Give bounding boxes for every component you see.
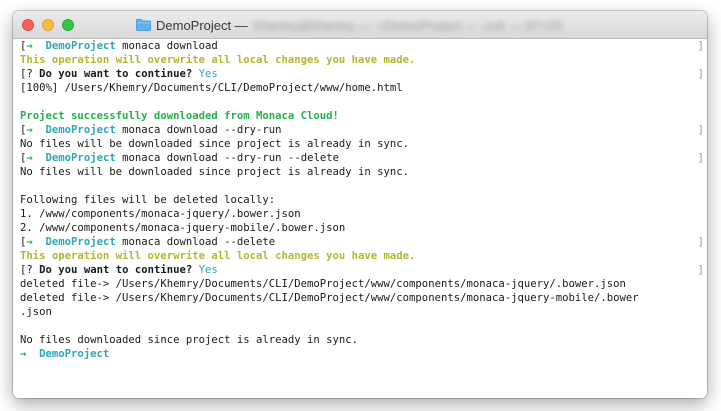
terminal-line: No files downloaded since project is alr…: [13, 333, 707, 347]
bracket-right: ]: [697, 236, 704, 248]
progress-text: [100%] /Users/Khemry/Documents/CLI/DemoP…: [20, 82, 403, 94]
prompt-directory: DemoProject: [45, 40, 116, 52]
terminal-line: deleted file-> /Users/Khemry/Documents/C…: [13, 291, 707, 305]
prompt-arrow-icon: →: [26, 40, 33, 52]
terminal-line-empty: [13, 319, 707, 333]
prompt-arrow-icon: →: [26, 152, 33, 164]
prompt-arrow-icon: →: [26, 124, 33, 136]
prompt-directory: DemoProject: [45, 236, 116, 248]
terminal-line: [? Do you want to continue? Yes]: [13, 263, 707, 277]
terminal-line: Following files will be deleted locally:: [13, 193, 707, 207]
terminal-line-empty: [13, 179, 707, 193]
bracket-right: ]: [697, 40, 704, 52]
terminal-line: [→ DemoProject monaca download --dry-run…: [13, 123, 707, 137]
bracket-right: ]: [697, 68, 704, 80]
success-text: Project successfully downloaded from Mon…: [20, 110, 339, 122]
warning-text: This operation will overwrite all local …: [20, 250, 416, 262]
file-list-item: 2. /www/components/monaca-jquery-mobile/…: [20, 222, 346, 234]
terminal-line: [→ DemoProject monaca download --delete]: [13, 235, 707, 249]
window-title: DemoProject — Khemry@khemry — ~/DemoProj…: [136, 16, 562, 34]
question-text: Do you want to continue?: [39, 68, 193, 80]
terminal-line: → DemoProject: [13, 347, 707, 361]
bracket-right: ]: [697, 124, 704, 136]
terminal-line: deleted file-> /Users/Khemry/Documents/C…: [13, 277, 707, 291]
command-text: monaca download --dry-run --delete: [122, 152, 339, 164]
window-title-subtitle: Khemry@khemry — ~/DemoProject — -zsh — 9…: [253, 17, 563, 33]
minimize-button[interactable]: [42, 19, 54, 31]
file-list-item: 1. /www/components/monaca-jquery/.bower.…: [20, 208, 301, 220]
prompt-arrow-icon: →: [20, 348, 27, 360]
answer-text: Yes: [198, 68, 218, 80]
output-text: deleted file-> /Users/Khemry/Documents/C…: [20, 292, 639, 304]
title-bar[interactable]: DemoProject — Khemry@khemry — ~/DemoProj…: [13, 11, 707, 39]
terminal-line: 1. /www/components/monaca-jquery/.bower.…: [13, 207, 707, 221]
output-text: Following files will be deleted locally:: [20, 194, 276, 206]
prompt-arrow-icon: →: [26, 236, 33, 248]
terminal-line: [→ DemoProject monaca download]: [13, 39, 707, 53]
question-mark: ?: [26, 264, 33, 276]
command-text: monaca download --delete: [122, 236, 276, 248]
terminal-line-empty: [13, 95, 707, 109]
output-text: No files downloaded since project is alr…: [20, 334, 359, 346]
command-text: monaca download: [122, 40, 218, 52]
terminal-line: [? Do you want to continue? Yes]: [13, 67, 707, 81]
terminal-line: No files will be downloaded since projec…: [13, 137, 707, 151]
question-text: Do you want to continue?: [39, 264, 193, 276]
output-text: deleted file-> /Users/Khemry/Documents/C…: [20, 278, 626, 290]
terminal-line: 2. /www/components/monaca-jquery-mobile/…: [13, 221, 707, 235]
answer-text: Yes: [198, 264, 218, 276]
output-text: .json: [20, 306, 52, 318]
terminal-line: This operation will overwrite all local …: [13, 249, 707, 263]
zoom-button[interactable]: [62, 19, 74, 31]
terminal-line: [100%] /Users/Khemry/Documents/CLI/DemoP…: [13, 81, 707, 95]
question-mark: ?: [26, 68, 33, 80]
prompt-directory: DemoProject: [45, 124, 116, 136]
terminal-line: This operation will overwrite all local …: [13, 53, 707, 67]
terminal-output[interactable]: [→ DemoProject monaca download] This ope…: [13, 39, 707, 398]
output-text: No files will be downloaded since projec…: [20, 166, 410, 178]
warning-text: This operation will overwrite all local …: [20, 54, 416, 66]
window-title-text: DemoProject —: [156, 17, 248, 33]
terminal-line: No files will be downloaded since projec…: [13, 165, 707, 179]
terminal-window: DemoProject — Khemry@khemry — ~/DemoProj…: [13, 11, 707, 398]
terminal-line: .json: [13, 305, 707, 319]
prompt-directory: DemoProject: [45, 152, 116, 164]
terminal-line: Project successfully downloaded from Mon…: [13, 109, 707, 123]
output-text: No files will be downloaded since projec…: [20, 138, 410, 150]
bracket-right: ]: [697, 264, 704, 276]
folder-icon: [136, 19, 151, 31]
command-text: monaca download --dry-run: [122, 124, 282, 136]
prompt-directory: DemoProject: [39, 348, 110, 360]
terminal-line: [→ DemoProject monaca download --dry-run…: [13, 151, 707, 165]
close-button[interactable]: [22, 19, 34, 31]
bracket-right: ]: [697, 152, 704, 164]
